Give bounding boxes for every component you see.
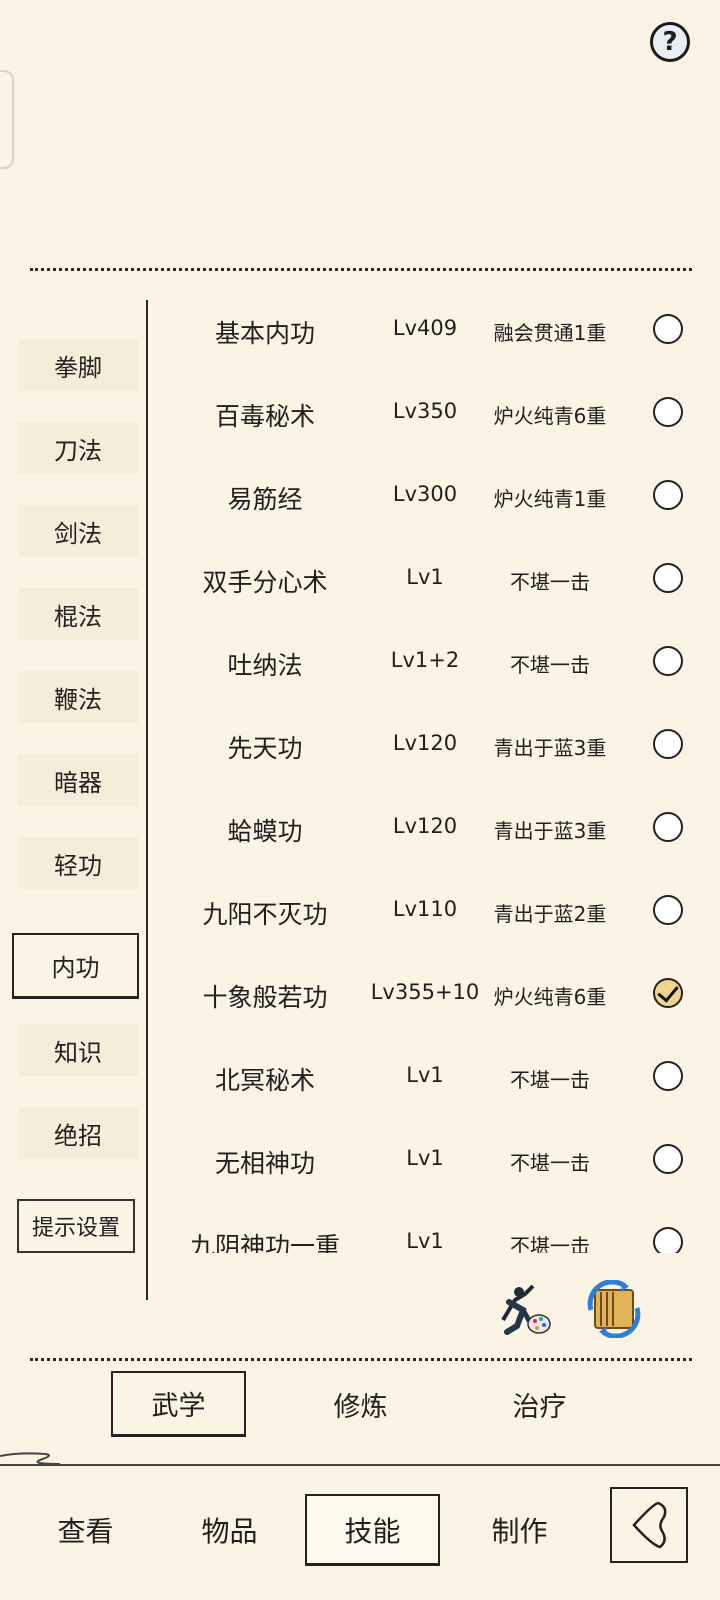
hint-settings-button[interactable]: 提示设置 [17,1199,135,1253]
skill-select-radio[interactable] [653,1144,683,1174]
skill-row[interactable]: 百毒秘术 Lv350 炉火纯青6重 [150,383,710,443]
brush-stroke-decoration [0,1452,61,1465]
category-anqi[interactable]: 暗器 [18,754,138,806]
category-neigong[interactable]: 内功 [12,933,139,999]
skill-level: Lv110 [392,897,458,921]
category-quanjiao[interactable]: 拳脚 [18,339,138,391]
skill-row[interactable]: 双手分心术 Lv1 不堪一击 [150,549,710,609]
skill-row[interactable]: 十象般若功 Lv355+10 炉火纯青6重 [150,964,710,1024]
skill-stage: 不堪一击 [510,653,590,677]
skill-select-radio[interactable] [653,480,683,510]
skill-select-radio[interactable] [653,397,683,427]
skill-stage: 不堪一击 [510,1068,590,1092]
category-juezhao[interactable]: 绝招 [18,1107,138,1159]
skill-row[interactable]: 无相神功 Lv1 不堪一击 [150,1130,710,1190]
skill-name: 基本内功 [214,319,315,348]
skill-select-radio[interactable] [653,563,683,593]
help-button[interactable]: ? [650,22,690,62]
column-divider [146,300,148,1300]
skill-name: 十象般若功 [202,983,328,1012]
skill-stage: 青出于蓝3重 [493,736,607,760]
category-bianfa[interactable]: 鞭法 [18,671,138,723]
skill-select-radio[interactable] [653,895,683,925]
skill-stage: 融会贯通1重 [493,321,607,345]
skill-select-radio[interactable] [653,314,683,344]
skill-level: Lv1 [406,1063,444,1087]
skill-stage: 青出于蓝3重 [493,819,607,843]
back-button[interactable] [610,1487,688,1563]
skill-level: Lv355+10 [370,980,480,1004]
skill-name: 无相神功 [214,1149,315,1178]
skill-level: Lv1 [406,1229,444,1253]
skill-row[interactable]: 蛤蟆功 Lv120 青出于蓝3重 [150,798,710,858]
skill-name: 百毒秘术 [214,402,315,431]
skill-select-radio-checked[interactable] [653,978,683,1008]
skill-select-radio[interactable] [653,1061,683,1091]
category-qinggong[interactable]: 轻功 [18,837,138,889]
book-refresh-icon[interactable] [585,1279,643,1339]
skill-name: 先天功 [227,734,303,763]
skill-level: Lv120 [392,731,458,755]
skill-stage: 不堪一击 [510,1151,590,1175]
skill-row[interactable]: 易筋经 Lv300 炉火纯青1重 [150,466,710,526]
back-icon [632,1501,667,1549]
side-panel-handle[interactable] [0,70,14,169]
skill-name: 九阴神功一重 [189,1232,340,1253]
skill-stage: 不堪一击 [510,570,590,594]
skill-name: 易筋经 [227,485,303,514]
skill-level: Lv120 [392,814,458,838]
skill-stage: 不堪一击 [510,1234,590,1253]
subtab-xiulian[interactable]: 修炼 [293,1371,428,1437]
subtab-wuxue[interactable]: 武学 [111,1371,246,1437]
skill-level: Lv1 [406,1146,444,1170]
skill-stage: 炉火纯青1重 [493,487,607,511]
skill-stage: 炉火纯青6重 [493,985,607,1009]
category-zhishi[interactable]: 知识 [18,1024,138,1076]
skill-row[interactable]: 九阴神功一重 Lv1 不堪一击 [150,1213,710,1253]
category-gunfa[interactable]: 棍法 [18,588,138,640]
skill-select-radio[interactable] [653,1227,683,1253]
skill-name: 双手分心术 [202,568,328,597]
skill-level: Lv409 [392,316,458,340]
skill-level: Lv1+2 [390,648,460,672]
skill-level: Lv300 [392,482,458,506]
help-icon: ? [662,27,678,57]
skill-row[interactable]: 基本内功 Lv409 融会贯通1重 [150,300,710,360]
skill-stage: 炉火纯青6重 [493,404,607,428]
skill-row[interactable]: 吐纳法 Lv1+2 不堪一击 [150,632,710,692]
nav-wupin[interactable]: 物品 [162,1494,297,1566]
skill-name: 蛤蟆功 [227,817,303,846]
skill-name: 九阳不灭功 [202,900,328,929]
skill-stage: 青出于蓝2重 [493,902,607,926]
skill-level: Lv1 [406,565,444,589]
skill-name: 北冥秘术 [214,1066,315,1095]
category-daofa[interactable]: 刀法 [18,422,138,474]
nav-jineng[interactable]: 技能 [305,1494,440,1566]
subtab-zhiliao[interactable]: 治疗 [472,1371,607,1437]
skill-row[interactable]: 九阳不灭功 Lv110 青出于蓝2重 [150,881,710,941]
martial-artist-palette-icon[interactable] [495,1280,553,1338]
top-divider [30,268,692,271]
skill-select-radio[interactable] [653,729,683,759]
skill-level: Lv350 [392,399,458,423]
skill-select-radio[interactable] [653,646,683,676]
skill-row[interactable]: 先天功 Lv120 青出于蓝3重 [150,715,710,775]
category-jianfa[interactable]: 剑法 [18,505,138,557]
skill-select-radio[interactable] [653,812,683,842]
nav-chakan[interactable]: 查看 [18,1494,153,1566]
bottom-divider [30,1358,692,1361]
skill-name: 吐纳法 [227,651,303,680]
skill-row[interactable]: 北冥秘术 Lv1 不堪一击 [150,1047,710,1107]
nav-zhizuo[interactable]: 制作 [452,1494,587,1566]
